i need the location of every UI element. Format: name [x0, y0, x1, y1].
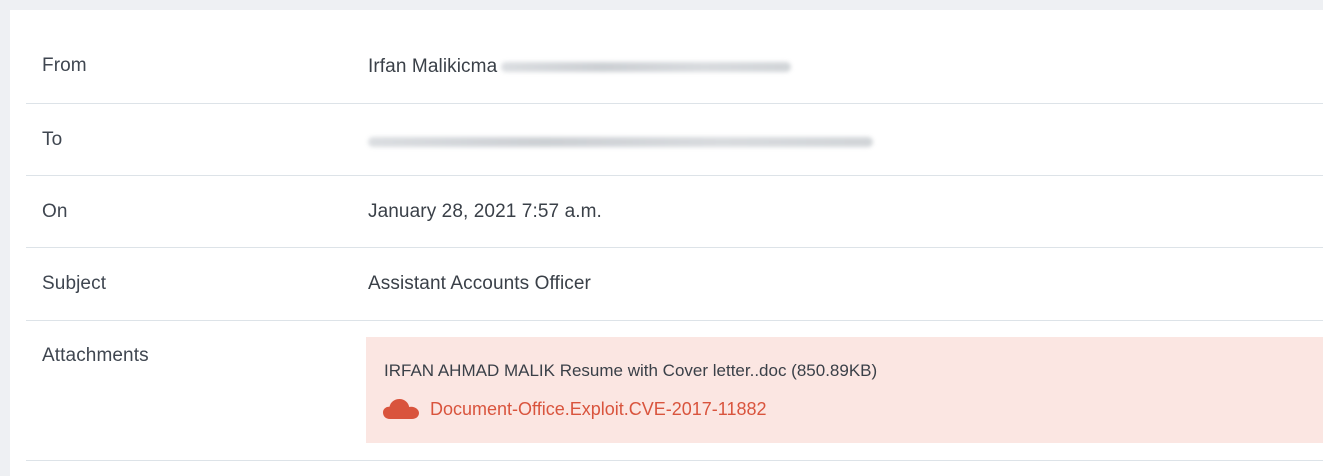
- email-details-panel: From Irfan Malikicma To On January 28, 2…: [10, 10, 1323, 476]
- attachment-filename[interactable]: IRFAN AHMAD MALIK Resume with Cover lett…: [384, 361, 877, 381]
- threat-detection: Document-Office.Exploit.CVE-2017-11882: [382, 397, 767, 421]
- to-row: To: [26, 104, 1323, 176]
- threat-name[interactable]: Document-Office.Exploit.CVE-2017-11882: [430, 399, 767, 420]
- redacted-sender-email: [501, 61, 792, 72]
- subject-value: Assistant Accounts Officer: [368, 273, 591, 294]
- from-label: From: [42, 55, 87, 76]
- to-label: To: [42, 129, 63, 150]
- subject-label: Subject: [42, 273, 107, 294]
- from-row: From Irfan Malikicma: [26, 10, 1323, 104]
- to-value: [368, 129, 873, 151]
- redacted-recipient-email: [368, 136, 873, 147]
- attachments-label: Attachments: [42, 345, 149, 366]
- sender-name: Irfan Malikicma: [368, 56, 498, 77]
- date-value: January 28, 2021 7:57 a.m.: [368, 201, 602, 222]
- cloud-icon: [382, 397, 420, 421]
- bottom-divider: [26, 460, 1323, 461]
- subject-row: Subject Assistant Accounts Officer: [26, 248, 1323, 321]
- attachment-card: IRFAN AHMAD MALIK Resume with Cover lett…: [366, 337, 1323, 443]
- date-label: On: [42, 201, 68, 222]
- date-row: On January 28, 2021 7:57 a.m.: [26, 176, 1323, 248]
- from-value: Irfan Malikicma: [368, 56, 792, 78]
- attachments-row: Attachments IRFAN AHMAD MALIK Resume wit…: [26, 321, 1323, 461]
